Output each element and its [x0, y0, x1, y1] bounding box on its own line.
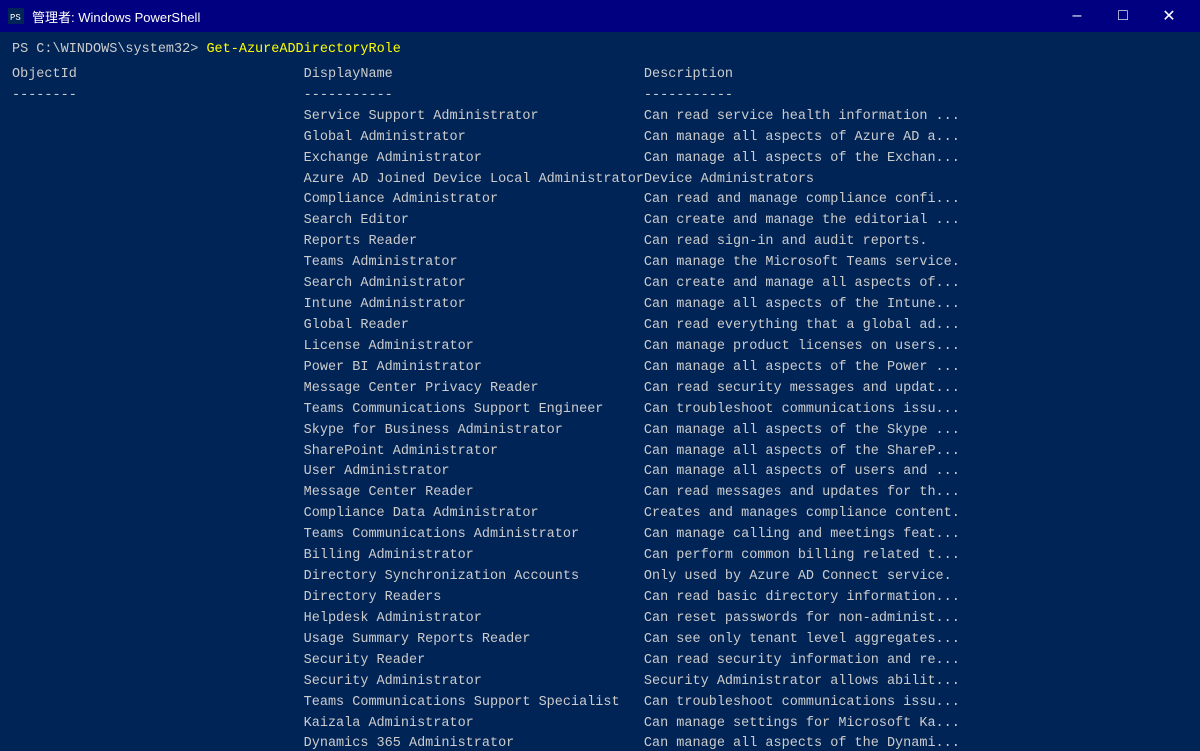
- titlebar: PS 管理者: Windows PowerShell – □ ✕: [0, 0, 1200, 32]
- close-button[interactable]: ✕: [1146, 0, 1192, 32]
- table-row: Security Reader Can read security inform…: [12, 653, 960, 668]
- table-row: Skype for Business Administrator Can man…: [12, 423, 960, 438]
- col-objectid-header: ObjectId: [12, 67, 304, 82]
- table-row: License Administrator Can manage product…: [12, 339, 960, 354]
- col-description-header: Description: [644, 67, 733, 82]
- maximize-button[interactable]: □: [1100, 0, 1146, 32]
- table-row: Kaizala Administrator Can manage setting…: [12, 716, 960, 731]
- svg-text:PS: PS: [10, 13, 21, 23]
- col-displayname-header: DisplayName: [304, 67, 644, 82]
- table-row: SharePoint Administrator Can manage all …: [12, 444, 960, 459]
- table-row: Reports Reader Can read sign-in and audi…: [12, 234, 927, 249]
- table-row: Search Administrator Can create and mana…: [12, 276, 960, 291]
- table-row: Directory Readers Can read basic directo…: [12, 590, 960, 605]
- table-row: Billing Administrator Can perform common…: [12, 548, 960, 563]
- table-row: Teams Administrator Can manage the Micro…: [12, 255, 960, 270]
- table-row: Security Administrator Security Administ…: [12, 674, 960, 689]
- table-row: Teams Communications Administrator Can m…: [12, 527, 960, 542]
- command-text: Get-AzureADDirectoryRole: [206, 42, 400, 57]
- table-row: Global Reader Can read everything that a…: [12, 318, 960, 333]
- table-row: Directory Synchronization Accounts Only …: [12, 569, 952, 584]
- prompt-text: PS C:\WINDOWS\system32>: [12, 42, 206, 57]
- table-row: Dynamics 365 Administrator Can manage al…: [12, 736, 960, 751]
- col-objectid-sep: --------: [12, 88, 304, 103]
- table-row: Teams Communications Support Specialist …: [12, 695, 960, 710]
- prompt-line: PS C:\WINDOWS\system32> Get-AzureADDirec…: [12, 40, 1188, 61]
- window-title: 管理者: Windows PowerShell: [32, 7, 200, 26]
- table-row: Helpdesk Administrator Can reset passwor…: [12, 611, 960, 626]
- table-row: Power BI Administrator Can manage all as…: [12, 360, 960, 375]
- table-row: Usage Summary Reports Reader Can see onl…: [12, 632, 960, 647]
- table-row: Intune Administrator Can manage all aspe…: [12, 297, 960, 312]
- table-row: Compliance Data Administrator Creates an…: [12, 506, 960, 521]
- col-description-sep: -----------: [644, 88, 733, 103]
- table-row: Compliance Administrator Can read and ma…: [12, 192, 960, 207]
- table-row: Azure AD Joined Device Local Administrat…: [12, 172, 814, 187]
- table-row: Service Support Administrator Can read s…: [12, 109, 960, 124]
- table-row: Global Administrator Can manage all aspe…: [12, 130, 960, 145]
- table-row: User Administrator Can manage all aspect…: [12, 464, 960, 479]
- table-row: Message Center Privacy Reader Can read s…: [12, 381, 960, 396]
- terminal-window: PS C:\WINDOWS\system32> Get-AzureADDirec…: [0, 32, 1200, 751]
- table-row: Exchange Administrator Can manage all as…: [12, 151, 960, 166]
- powershell-icon: PS: [8, 8, 24, 24]
- col-displayname-sep: -----------: [304, 88, 644, 103]
- table-row: Search Editor Can create and manage the …: [12, 213, 960, 228]
- minimize-button[interactable]: –: [1054, 0, 1100, 32]
- table-row: Teams Communications Support Engineer Ca…: [12, 402, 960, 417]
- table-row: Message Center Reader Can read messages …: [12, 485, 960, 500]
- terminal-output: ObjectId DisplayName Description -------…: [12, 65, 1188, 751]
